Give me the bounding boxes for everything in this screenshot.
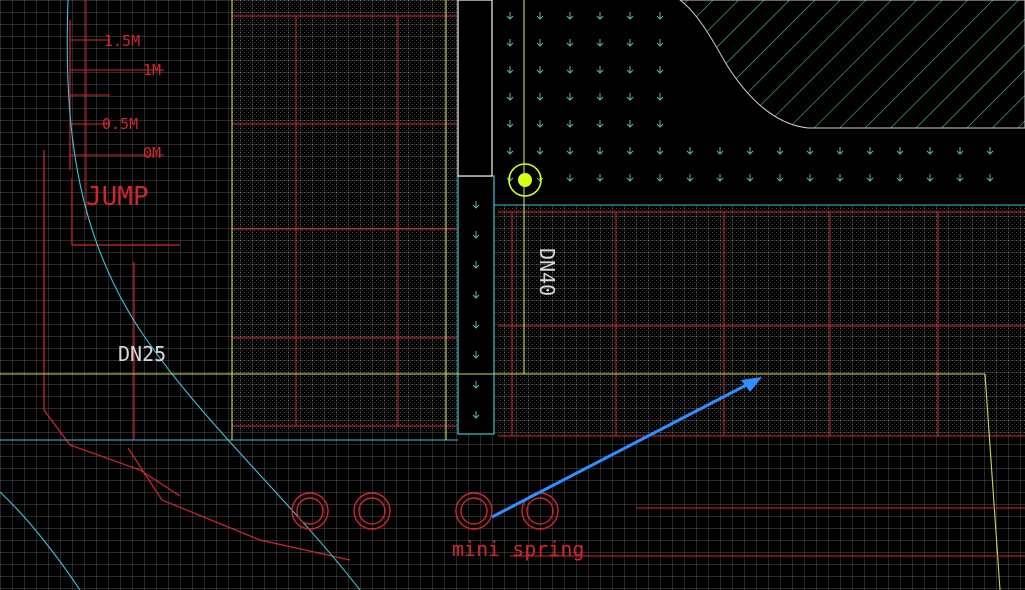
paving-right [498, 207, 1025, 435]
scale-label-0m: 0M [143, 144, 161, 162]
paving-left [232, 0, 457, 432]
pipe-label-dn40: DN40 [535, 248, 559, 296]
cad-canvas[interactable]: DN25 DN40 1.5M 1M 0.5M 0M JUMP mini spri… [0, 0, 1025, 590]
scale-label-1-5m: 1.5M [104, 32, 140, 50]
upper-channel [457, 0, 493, 177]
jump-label: JUMP [86, 182, 149, 212]
cad-drawing[interactable]: DN25 DN40 1.5M 1M 0.5M 0M JUMP mini spri… [0, 0, 1025, 590]
scale-label-0-5m: 0.5M [102, 115, 138, 133]
scale-label-1m: 1M [143, 61, 161, 79]
vertical-channel [457, 175, 495, 435]
fountain-label: mini spring [452, 537, 584, 561]
pipe-label-dn25: DN25 [118, 342, 166, 366]
